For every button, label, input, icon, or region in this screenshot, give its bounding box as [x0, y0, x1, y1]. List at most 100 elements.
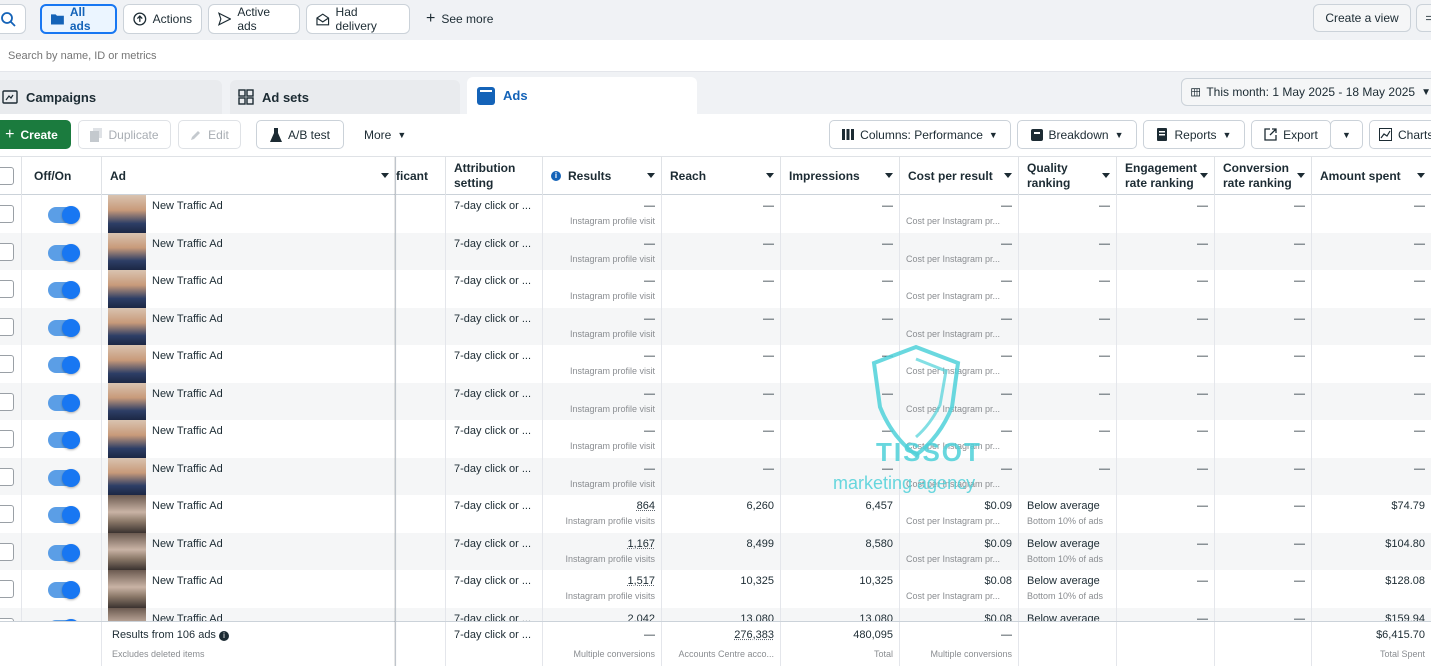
filter-all-ads[interactable]: All ads — [40, 4, 117, 34]
header-attribution[interactable]: Attribution setting — [446, 157, 543, 195]
ad-name-cell[interactable]: New Traffic Ad — [102, 532, 396, 570]
row-checkbox[interactable] — [0, 580, 14, 598]
spent-value: $128.08 — [1385, 575, 1425, 587]
ad-name-cell[interactable]: New Traffic Ad — [102, 195, 396, 233]
columns-icon — [842, 129, 855, 140]
ad-name-cell[interactable]: New Traffic Ad — [102, 457, 396, 495]
reach-value: — — [763, 425, 774, 437]
quality-sub: Bottom 10% of ads — [1027, 553, 1104, 564]
cpr-cell: — Cost per Instagram pr... — [900, 307, 1019, 345]
row-checkbox[interactable] — [0, 242, 14, 261]
create-view-button[interactable]: Create a view — [1313, 4, 1411, 32]
row-checkbox[interactable] — [0, 542, 14, 561]
filter-actions[interactable]: Actions — [123, 4, 202, 34]
delivery-toggle[interactable] — [48, 243, 80, 262]
header-cost-per-result[interactable]: Cost per result — [900, 157, 1019, 195]
ad-name-cell[interactable]: New Traffic Ad — [102, 270, 396, 308]
cpr-value: — — [1001, 312, 1012, 325]
duplicate-button[interactable]: Duplicate — [78, 120, 171, 149]
table-row[interactable]: New Traffic Ad 7-day click or ... — Instagr… — [0, 232, 1431, 270]
table-row[interactable]: New Traffic Ad 7-day click or ... — Instagr… — [0, 270, 1431, 308]
delivery-toggle[interactable] — [48, 281, 80, 299]
tab-ads[interactable]: Ads — [467, 77, 697, 114]
impressions-cell: — — [781, 345, 900, 383]
ad-name-cell[interactable]: New Traffic Ad — [102, 382, 396, 420]
table-row[interactable]: New Traffic Ad 7-day click or ... — Instagr… — [0, 307, 1431, 345]
row-checkbox[interactable] — [0, 392, 14, 411]
header-results[interactable]: i Results — [543, 157, 662, 195]
header-ad[interactable]: Ad — [102, 157, 396, 195]
see-more-button[interactable]: + See more — [426, 4, 493, 34]
row-checkbox[interactable] — [0, 280, 14, 298]
folder-icon — [51, 14, 64, 25]
row-checkbox[interactable] — [0, 467, 14, 486]
view-options-button[interactable] — [1416, 4, 1431, 32]
ad-name-cell[interactable]: New Traffic Ad — [102, 420, 396, 458]
delivery-toggle[interactable] — [48, 581, 80, 599]
header-attribution-line2: setting — [454, 176, 494, 190]
sliders-icon — [1426, 15, 1431, 21]
edit-button[interactable]: Edit — [178, 120, 241, 149]
export-dropdown-button[interactable]: ▼ — [1330, 120, 1363, 149]
table-row[interactable]: New Traffic Ad 7-day click or ... — Instagr… — [0, 457, 1431, 495]
header-impressions[interactable]: Impressions — [781, 157, 900, 195]
partial-cell — [396, 495, 446, 533]
ab-test-button[interactable]: A/B test — [256, 120, 344, 149]
ad-name-cell[interactable]: New Traffic Ad — [102, 495, 396, 533]
row-checkbox[interactable] — [0, 355, 14, 373]
filter-active-ads[interactable]: Active ads — [208, 4, 300, 34]
delivery-toggle[interactable] — [48, 468, 80, 487]
table-row[interactable]: New Traffic Ad 7-day click or ... — Instagr… — [0, 420, 1431, 458]
search-row — [0, 40, 1431, 72]
table-row[interactable]: New Traffic Ad 7-day click or ... 1,167 Ins… — [0, 532, 1431, 571]
delivery-toggle[interactable] — [48, 393, 80, 412]
delivery-toggle[interactable] — [48, 206, 80, 224]
table-row[interactable]: New Traffic Ad 7-day click or ... — Instagr… — [0, 345, 1431, 383]
delivery-toggle[interactable] — [48, 318, 80, 337]
delivery-toggle[interactable] — [48, 543, 80, 562]
columns-button[interactable]: Columns: Performance ▼ — [829, 120, 1011, 149]
header-reach[interactable]: Reach — [662, 157, 781, 195]
row-checkbox[interactable] — [0, 505, 14, 523]
results-cell: 1,167 Instagram profile visits — [543, 532, 662, 570]
table-row[interactable]: New Traffic Ad 7-day click or ... — Instagr… — [0, 195, 1431, 233]
toggle-cell — [22, 382, 102, 420]
search-toggle-button[interactable] — [0, 4, 26, 34]
header-conversion-ranking[interactable]: Conversion rate ranking — [1215, 157, 1312, 195]
select-all-checkbox[interactable] — [0, 167, 14, 185]
footer-blank — [0, 622, 102, 666]
search-input[interactable] — [8, 46, 608, 66]
header-amount-spent[interactable]: Amount spent — [1312, 157, 1431, 195]
tab-ad-sets[interactable]: Ad sets — [230, 80, 460, 114]
date-range-picker[interactable]: This month: 1 May 2025 - 18 May 2025 ▼ — [1181, 78, 1431, 106]
delivery-toggle[interactable] — [48, 506, 80, 524]
table-row[interactable]: New Traffic Ad 7-day click or ... 864 Insta… — [0, 495, 1431, 533]
results-sub: Instagram profile visit — [569, 478, 655, 489]
ad-name-cell[interactable]: New Traffic Ad — [102, 570, 396, 608]
footer-partial — [396, 622, 446, 666]
header-quality-ranking[interactable]: Quality ranking — [1019, 157, 1117, 195]
reports-button[interactable]: Reports ▼ — [1143, 120, 1245, 149]
create-button[interactable]: + Create — [0, 120, 71, 149]
export-button[interactable]: Export — [1251, 120, 1331, 149]
header-engagement-ranking[interactable]: Engagement rate ranking — [1117, 157, 1215, 195]
row-checkbox[interactable] — [0, 205, 14, 223]
more-button[interactable]: More ▼ — [364, 120, 406, 149]
ad-name-cell[interactable]: New Traffic Ad — [102, 345, 396, 383]
filter-had-delivery[interactable]: Had delivery — [306, 4, 410, 34]
breakdown-button[interactable]: Breakdown ▼ — [1017, 120, 1137, 149]
delivery-toggle[interactable] — [48, 431, 80, 449]
info-icon[interactable]: i — [219, 631, 229, 641]
row-checkbox[interactable] — [0, 430, 14, 448]
table-row[interactable]: New Traffic Ad 7-day click or ... 1,517 Ins… — [0, 570, 1431, 608]
row-checkbox[interactable] — [0, 317, 14, 336]
delivery-toggle[interactable] — [48, 356, 80, 374]
export-label: Export — [1283, 127, 1318, 142]
cpr-value: $0.08 — [984, 575, 1012, 587]
spent-cell: $104.80 — [1312, 533, 1431, 571]
ad-name-cell[interactable]: New Traffic Ad — [102, 307, 396, 345]
table-row[interactable]: New Traffic Ad 7-day click or ... — Instagr… — [0, 382, 1431, 420]
tab-campaigns[interactable]: Campaigns — [0, 80, 222, 114]
charts-button[interactable]: Charts — [1369, 120, 1431, 149]
ad-name-cell[interactable]: New Traffic Ad — [102, 232, 396, 270]
